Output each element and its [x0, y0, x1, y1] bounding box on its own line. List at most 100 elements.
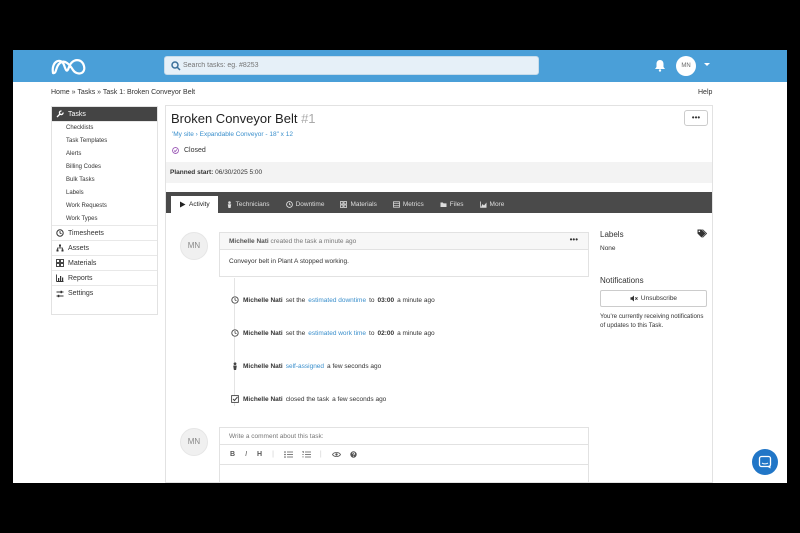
status-badge: Closed [172, 147, 206, 154]
sidebar-item-reports[interactable]: Reports [52, 271, 157, 286]
event-text: to [369, 329, 375, 337]
sidebar-subitem-checklists[interactable]: Checklists [52, 122, 157, 135]
sidebar-item-assets[interactable]: Assets [52, 241, 157, 256]
person-icon [231, 362, 239, 370]
help-icon[interactable] [350, 451, 357, 458]
unsubscribe-button[interactable]: Unsubscribe [600, 290, 707, 307]
help-link[interactable]: Help [698, 89, 712, 96]
event-author[interactable]: Michelle Nati [243, 330, 283, 337]
clock-icon [231, 329, 239, 337]
event-link[interactable]: self-assigned [286, 363, 324, 370]
event-time: a minute ago [397, 329, 435, 337]
event-text: closed the task [285, 395, 330, 403]
more-options-button[interactable]: ••• [684, 110, 708, 126]
avatar: MN [180, 232, 208, 260]
area-chart-icon [479, 201, 487, 208]
comment-menu-button[interactable]: ••• [570, 233, 578, 247]
search-bar[interactable] [164, 56, 539, 75]
toolbar-divider: | [319, 451, 322, 458]
search-icon [171, 61, 181, 71]
tab-label: Materials [350, 201, 377, 208]
activity-event: Michelle Nati set the estimated work tim… [231, 329, 435, 337]
sidebar-item-label: Reports [68, 274, 93, 282]
event-link[interactable]: estimated work time [308, 330, 366, 337]
tab-label: More [489, 201, 505, 208]
sidebar-subitem-bulk-tasks[interactable]: Bulk Tasks [52, 174, 157, 187]
clock-icon [285, 201, 293, 208]
event-author[interactable]: Michelle Nati [243, 396, 283, 403]
avatar[interactable]: MN [676, 56, 696, 76]
event-time: a few seconds ago [332, 395, 387, 403]
tab-label: Activity [189, 201, 210, 208]
breadcrumb[interactable]: Home » Tasks » Task 1: Broken Conveyor B… [51, 89, 195, 96]
labels-value: None [600, 245, 616, 252]
tab-label: Files [449, 201, 464, 208]
list-icon [392, 201, 400, 208]
tab-label: Technicians [235, 201, 270, 208]
activity-event: Michelle Nati self-assigned a few second… [231, 362, 381, 370]
sidebar-item-settings[interactable]: Settings [52, 286, 157, 301]
sidebar: Tasks Checklists Task Templates Alerts B… [51, 106, 158, 315]
sidebar-subitem-billing-codes[interactable]: Billing Codes [52, 161, 157, 174]
sidebar-subitem-work-requests[interactable]: Work Requests [52, 200, 157, 213]
italic-button[interactable]: I [245, 451, 247, 458]
planned-start-bar: Planned start: 06/30/2025 5:00 [166, 162, 712, 183]
toolbar-divider: | [272, 451, 274, 458]
comment-editor[interactable]: Write a comment about this task: B I H |… [219, 427, 589, 483]
sidebar-item-label: Tasks [68, 110, 86, 118]
comment-body: Conveyor belt in Plant A stopped working… [229, 258, 349, 265]
clock-icon [56, 229, 64, 237]
tab-materials[interactable]: Materials [332, 196, 384, 213]
sidebar-item-tasks[interactable]: Tasks [52, 107, 157, 122]
eye-icon[interactable] [331, 451, 341, 458]
page-title: Broken Conveyor Belt #1 [171, 111, 316, 126]
tab-label: Metrics [402, 201, 424, 208]
tab-downtime[interactable]: Downtime [278, 196, 333, 213]
comment-header: Michelle Nati created the task a minute … [220, 233, 588, 250]
event-author[interactable]: Michelle Nati [243, 297, 283, 304]
event-text: to [369, 296, 375, 304]
sidebar-subitem-alerts[interactable]: Alerts [52, 148, 157, 161]
labels-heading: Labels [600, 230, 624, 239]
event-author[interactable]: Michelle Nati [243, 363, 283, 370]
checkbox-icon [231, 395, 239, 403]
sliders-icon [56, 290, 64, 297]
folder-icon [440, 202, 447, 207]
sidebar-item-label: Assets [68, 244, 90, 252]
grid-icon [340, 201, 348, 208]
tab-technicians[interactable]: Technicians [218, 196, 278, 213]
tags-icon[interactable] [697, 229, 707, 238]
bell-icon[interactable] [654, 59, 666, 72]
planned-start-label: Planned start: [170, 169, 214, 176]
bold-button[interactable]: B [230, 451, 235, 458]
chat-button[interactable] [752, 449, 778, 475]
comment-card: Michelle Nati created the task a minute … [219, 232, 589, 277]
tab-activity[interactable]: Activity [171, 196, 218, 213]
comment-input[interactable]: Write a comment about this task: [220, 428, 588, 445]
heading-button[interactable]: H [257, 451, 262, 458]
app-logo-icon[interactable] [49, 55, 89, 77]
event-link[interactable]: estimated downtime [308, 297, 366, 304]
tab-metrics[interactable]: Metrics [385, 196, 432, 213]
sidebar-subitem-task-templates[interactable]: Task Templates [52, 135, 157, 148]
tab-more[interactable]: More [472, 196, 513, 213]
tab-label: Downtime [295, 201, 325, 208]
tab-files[interactable]: Files [432, 196, 472, 213]
event-value: 02:00 [377, 329, 395, 337]
task-location-link[interactable]: 'My site › Expandable Conveyor - 18" x 1… [172, 131, 293, 138]
search-input[interactable] [183, 58, 523, 73]
grid-icon [56, 259, 64, 267]
sidebar-item-timesheets[interactable]: Timesheets [52, 226, 157, 241]
chat-icon [758, 455, 772, 469]
numbered-list-icon[interactable] [302, 451, 311, 458]
comment-author[interactable]: Michelle Nati [229, 238, 269, 245]
chevron-down-icon[interactable] [704, 63, 710, 66]
notification-status-text: You're currently receiving notifications… [600, 313, 704, 329]
sidebar-subitem-work-types[interactable]: Work Types [52, 213, 157, 226]
bullet-list-icon[interactable] [284, 451, 293, 458]
sidebar-subitem-labels[interactable]: Labels [52, 187, 157, 200]
editor-toolbar: B I H | | [220, 445, 588, 465]
sitemap-icon [56, 244, 64, 252]
planned-start-value: 06/30/2025 5:00 [215, 169, 263, 176]
sidebar-item-materials[interactable]: Materials [52, 256, 157, 271]
